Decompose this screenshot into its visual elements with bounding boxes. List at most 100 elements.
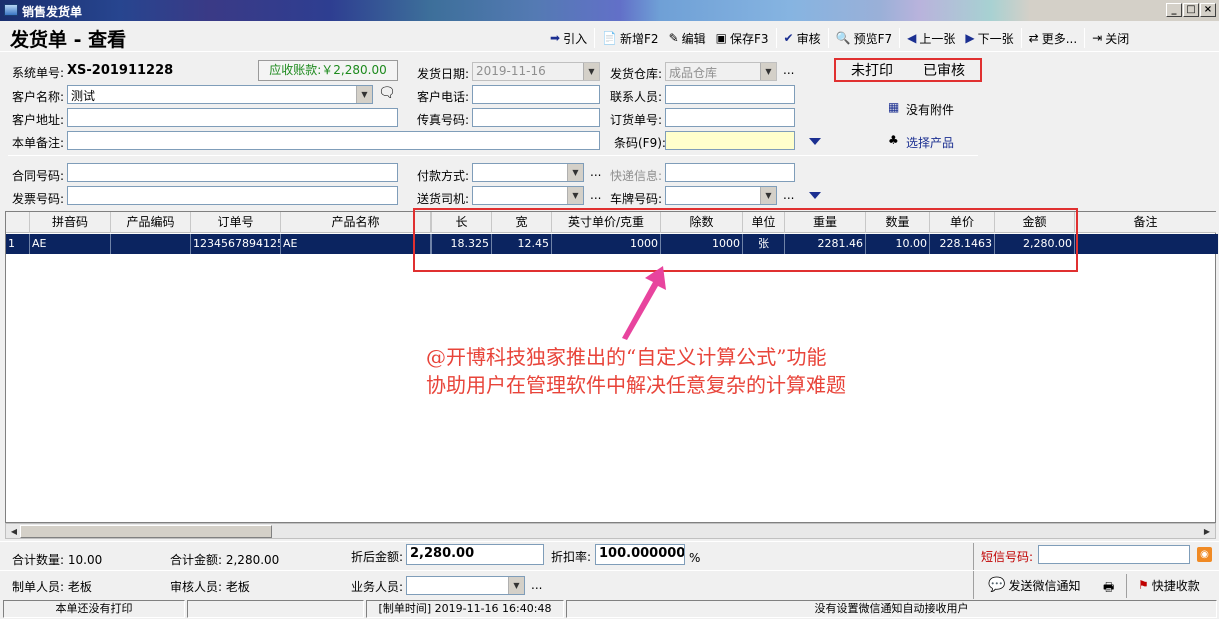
driver-more-button[interactable]: ... [590, 188, 601, 202]
expand-triangle-icon[interactable] [809, 138, 821, 145]
scrollbar-thumb[interactable] [20, 525, 272, 538]
driver-select[interactable]: ▼ [472, 186, 584, 205]
col-header-pinyin[interactable]: 拼音码 [30, 212, 111, 233]
remark-field[interactable] [67, 131, 600, 150]
col-header-unit-price-weight[interactable]: 英寸单价/克重 [552, 212, 661, 233]
rss-icon[interactable]: ◉ [1197, 547, 1212, 562]
fax-field[interactable] [472, 108, 600, 127]
cell-quantity[interactable]: 10.00 [866, 234, 930, 254]
phone-label: 客户电话: [417, 90, 470, 104]
wechat-notify-button[interactable]: 💬 发送微信通知 [983, 574, 1085, 596]
salesman-select[interactable]: ▼ [406, 576, 525, 595]
cell-pinyin[interactable]: AE [30, 234, 111, 254]
warehouse-select[interactable]: 成品仓库 ▼ [665, 62, 777, 81]
annotation-line-2: 协助用户在管理软件中解决任意复杂的计算难题 [426, 373, 846, 397]
quick-receipt-button[interactable]: ⚑ 快捷收款 [1133, 574, 1205, 596]
contract-field[interactable] [67, 163, 398, 182]
cell-divisor[interactable]: 1000 [661, 234, 743, 254]
cell-weight[interactable]: 2281.46 [785, 234, 866, 254]
annotation-arrow [622, 266, 666, 340]
created-time-cell: [制单时间] 2019-11-16 16:40:48 [366, 600, 564, 618]
scroll-right-icon[interactable]: ▶ [1200, 525, 1214, 538]
footer-vertical-divider [973, 543, 974, 599]
chevron-down-icon[interactable]: ▼ [567, 187, 583, 204]
printer-icon[interactable]: 🖶 [1103, 578, 1114, 599]
preview-button[interactable]: 🔍 预览F7 [831, 27, 898, 49]
chevron-down-icon[interactable]: ▼ [760, 63, 776, 80]
more-button[interactable]: ⇄ 更多... [1024, 27, 1083, 49]
col-header-price[interactable]: 单价 [930, 212, 995, 233]
customer-select[interactable]: 测试 ▼ [67, 85, 373, 104]
cell-unit-price-weight[interactable]: 1000 [552, 234, 661, 254]
order-no-field[interactable] [665, 108, 795, 127]
plate-select[interactable]: ▼ [665, 186, 777, 205]
discount-rate-field[interactable]: 100.000000 [595, 544, 685, 565]
ship-date-field[interactable]: 2019-11-16 ▼ [472, 62, 600, 81]
cell-price[interactable]: 228.1463 [930, 234, 995, 254]
save-icon: ▣ [715, 31, 727, 45]
col-header-width[interactable]: 宽 [492, 212, 552, 233]
lookup-icon[interactable]: 🗨 [378, 85, 396, 101]
cell-unit[interactable]: 张 [743, 234, 785, 254]
chevron-down-icon[interactable]: ▼ [356, 86, 372, 103]
audit-button[interactable]: ✔ 审核 [779, 27, 826, 49]
fax-label: 传真号码: [417, 113, 470, 127]
col-header-product-code[interactable]: 产品编码 [111, 212, 191, 233]
table-row[interactable]: 1 AE 12345678941253 AE 18.325 12.45 1000… [6, 234, 1218, 254]
contact-field[interactable] [665, 85, 795, 104]
col-header-index[interactable] [6, 212, 30, 233]
cell-length[interactable]: 18.325 [432, 234, 492, 254]
import-label: 引入 [563, 31, 588, 46]
wechat-status-cell: 没有设置微信通知自动接收用户 [566, 600, 1217, 618]
address-field[interactable] [67, 108, 398, 127]
payment-more-button[interactable]: ... [590, 165, 601, 179]
cell-width[interactable]: 12.45 [492, 234, 552, 254]
col-header-remark[interactable]: 备注 [1075, 212, 1216, 233]
chevron-down-icon[interactable]: ▼ [583, 63, 599, 80]
col-header-amount[interactable]: 金额 [995, 212, 1075, 233]
col-header-divisor[interactable]: 除数 [661, 212, 743, 233]
cell-product-name[interactable]: AE [281, 234, 431, 254]
new-button[interactable]: 📄 新增F2 [597, 27, 664, 49]
col-header-order-no[interactable]: 订单号 [191, 212, 281, 233]
payment-select[interactable]: ▼ [472, 163, 584, 182]
discount-amount-field[interactable]: 2,280.00 [406, 544, 544, 565]
cell-remark[interactable] [1075, 234, 1218, 254]
save-button[interactable]: ▣ 保存F3 [711, 27, 774, 49]
contract-label: 合同号码: [12, 169, 65, 183]
chevron-down-icon[interactable]: ▼ [508, 577, 524, 594]
salesman-more-button[interactable]: ... [531, 578, 542, 592]
cell-amount[interactable]: 2,280.00 [995, 234, 1075, 254]
invoice-field[interactable] [67, 186, 398, 205]
minimize-button[interactable]: _ [1166, 3, 1182, 17]
sms-field[interactable] [1038, 545, 1190, 564]
edit-button[interactable]: ✎ 编辑 [664, 27, 711, 49]
cell-index[interactable]: 1 [6, 234, 30, 254]
scroll-left-icon[interactable]: ◀ [7, 525, 21, 538]
next-button[interactable]: ▶ 下一张 [960, 27, 1018, 49]
cell-order-no[interactable]: 12345678941253 [191, 234, 281, 254]
col-header-length[interactable]: 长 [432, 212, 492, 233]
chevron-down-icon[interactable]: ▼ [760, 187, 776, 204]
col-header-product-name[interactable]: 产品名称 [281, 212, 431, 233]
maximize-button[interactable]: □ [1183, 3, 1199, 17]
expand-triangle-icon[interactable] [809, 192, 821, 199]
cell-product-code[interactable] [111, 234, 191, 254]
import-button[interactable]: ➡ 引入 [545, 27, 592, 49]
plate-more-button[interactable]: ... [783, 188, 794, 202]
prev-button[interactable]: ◀ 上一张 [902, 27, 960, 49]
close-window-button[interactable]: × [1200, 3, 1216, 17]
col-header-unit[interactable]: 单位 [743, 212, 785, 233]
order-no-label: 订货单号: [610, 113, 663, 127]
col-header-weight[interactable]: 重量 [785, 212, 866, 233]
warehouse-more-button[interactable]: ... [783, 63, 794, 77]
phone-field[interactable] [472, 85, 600, 104]
horizontal-scrollbar[interactable]: ◀ ▶ [5, 523, 1216, 539]
close-button[interactable]: ⇥ 关闭 [1087, 27, 1134, 49]
col-header-quantity[interactable]: 数量 [866, 212, 930, 233]
attachment-link[interactable]: 没有附件 [906, 101, 954, 118]
express-field[interactable] [665, 163, 795, 182]
chevron-down-icon[interactable]: ▼ [567, 164, 583, 181]
barcode-field[interactable] [665, 131, 795, 150]
select-product-link[interactable]: 选择产品 [906, 134, 954, 151]
